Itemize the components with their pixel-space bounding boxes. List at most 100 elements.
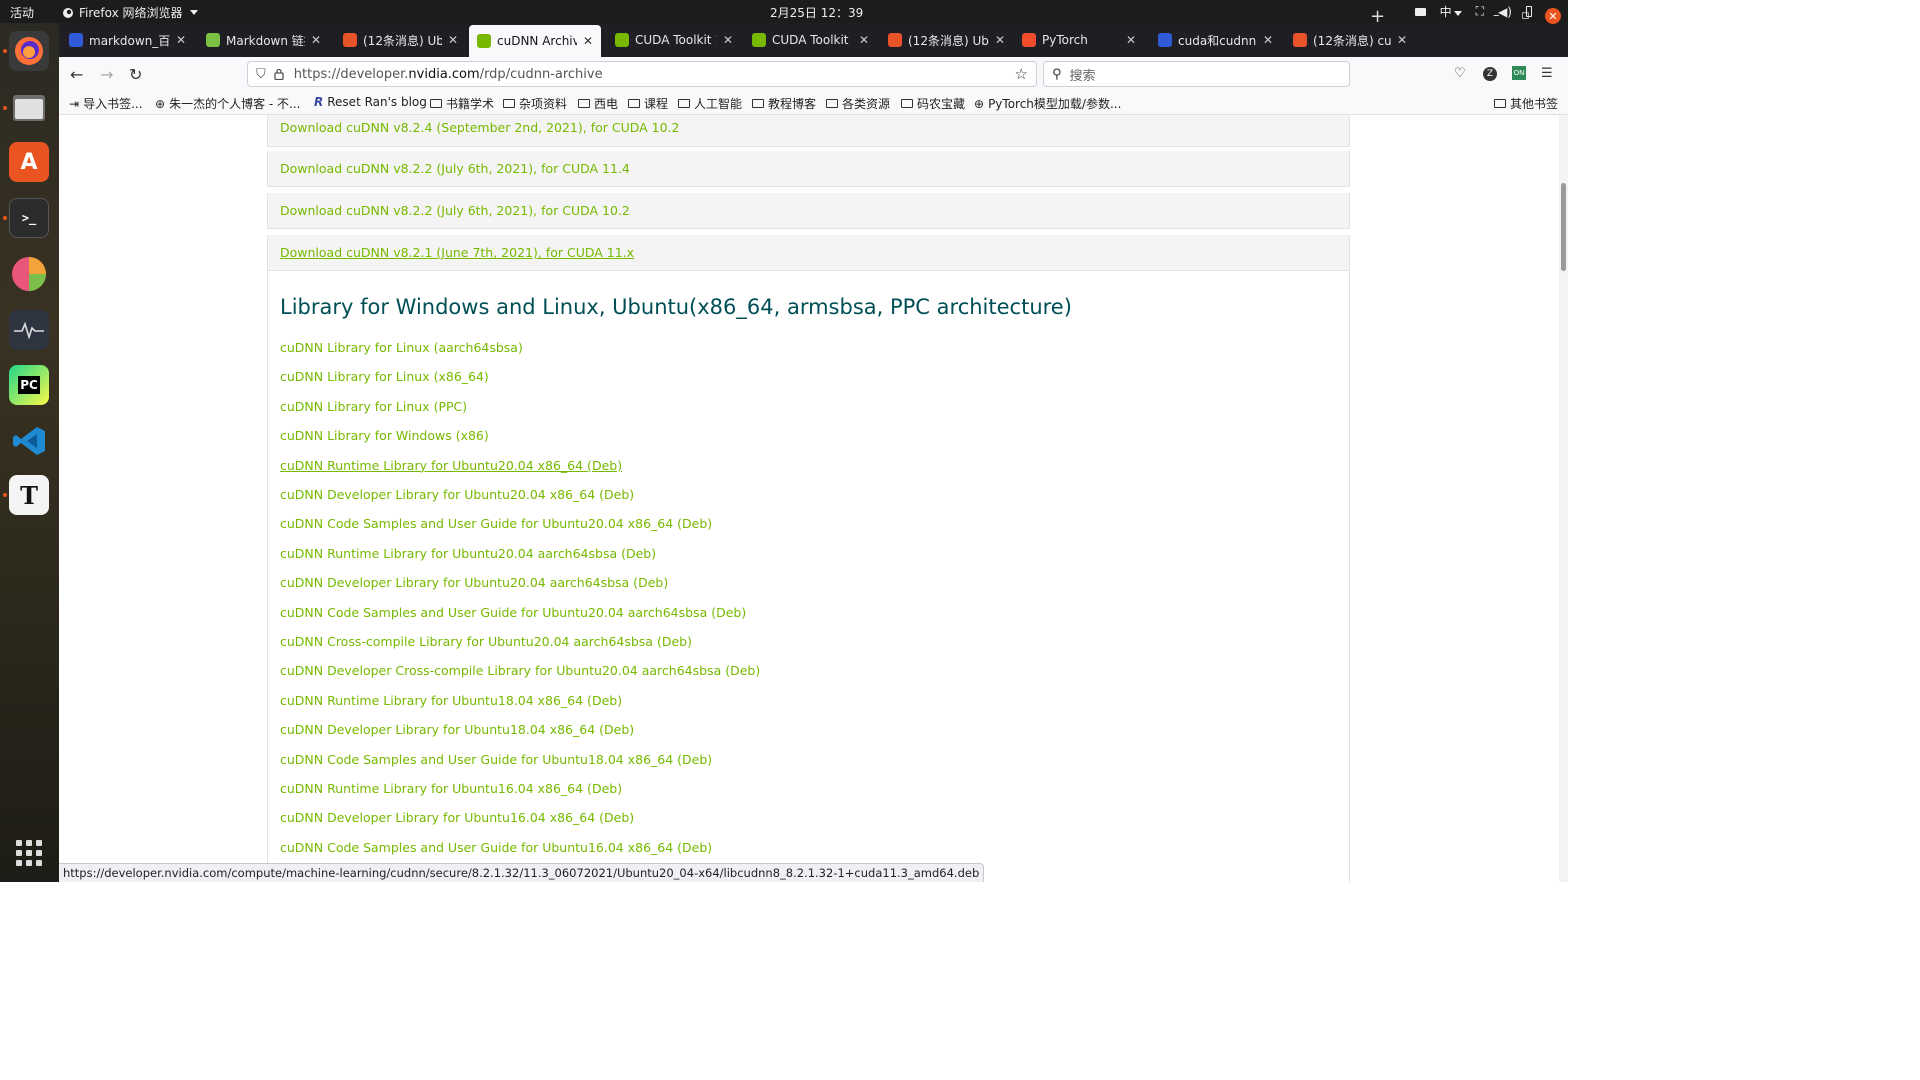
browser-tab[interactable]: (12条消息) Ubun ✕: [880, 27, 1013, 53]
bookmark-folder[interactable]: 其他书签: [1493, 95, 1558, 112]
bookmark-label: 课程: [644, 97, 669, 111]
software-center-icon[interactable]: A: [9, 142, 49, 182]
show-apps-grid-icon[interactable]: [9, 833, 49, 873]
files-icon[interactable]: [9, 87, 49, 127]
library-download-link[interactable]: cuDNN Runtime Library for Ubuntu18.04 x8…: [280, 693, 622, 708]
library-download-link[interactable]: cuDNN Code Samples and User Guide for Ub…: [280, 605, 746, 620]
app-menu[interactable]: Firefox 网络浏览器: [62, 4, 198, 21]
bookmark-item[interactable]: R Reset Ran's blog: [314, 95, 427, 109]
browser-tab[interactable]: (12条消息) Ubun ✕: [335, 27, 466, 53]
url-bar[interactable]: ⛉ https://developer.nvidia.com/rdp/cudnn…: [247, 61, 1037, 87]
tab-close-icon[interactable]: ✕: [1397, 33, 1407, 47]
url-text[interactable]: https://developer.nvidia.com/rdp/cudnn-a…: [294, 67, 603, 82]
download-link[interactable]: Download cuDNN v8.2.2 (July 6th, 2021), …: [280, 161, 630, 176]
library-download-link[interactable]: cuDNN Runtime Library for Ubuntu16.04 x8…: [280, 781, 622, 796]
minimize-button[interactable]: –: [1493, 8, 1500, 23]
bookmark-star-icon[interactable]: ☆: [1015, 65, 1028, 83]
pie-chart-app-icon[interactable]: [9, 254, 49, 294]
library-download-link[interactable]: cuDNN Developer Library for Ubuntu20.04 …: [280, 575, 668, 590]
browser-tab[interactable]: PyTorch ✕: [1014, 27, 1144, 53]
tab-close-icon[interactable]: ✕: [1126, 33, 1136, 47]
tab-favicon-icon: [888, 33, 902, 47]
download-link[interactable]: Download cuDNN v8.2.2 (July 6th, 2021), …: [280, 203, 630, 218]
lock-icon[interactable]: [274, 68, 284, 80]
bookmark-item[interactable]: ⊕ 朱一杰的个人博客 - 不...: [155, 95, 300, 112]
bookmark-folder[interactable]: 杂项资料: [503, 95, 567, 112]
tab-close-icon[interactable]: ✕: [723, 33, 733, 47]
system-tray[interactable]: 中 ⛶ ◀): [1414, 3, 1556, 20]
library-download-link[interactable]: cuDNN Code Samples and User Guide for Ub…: [280, 840, 712, 855]
typora-icon[interactable]: T: [9, 475, 49, 515]
library-download-link[interactable]: cuDNN Developer Library for Ubuntu16.04 …: [280, 810, 634, 825]
browser-tab[interactable]: cuDNN Archive | ✕: [469, 25, 601, 57]
library-download-link[interactable]: cuDNN Developer Library for Ubuntu20.04 …: [280, 487, 634, 502]
bookmark-folder[interactable]: 码农宝藏: [901, 95, 965, 112]
pocket-icon[interactable]: ♡: [1454, 66, 1466, 81]
reload-button[interactable]: ↻: [129, 65, 142, 84]
close-window-button[interactable]: ✕: [1545, 8, 1561, 24]
library-download-link[interactable]: cuDNN Library for Linux (aarch64sbsa): [280, 340, 523, 355]
tab-close-icon[interactable]: ✕: [448, 33, 458, 47]
new-tab-button[interactable]: +: [1370, 6, 1385, 27]
download-link[interactable]: Download cuDNN v8.2.4 (September 2nd, 20…: [280, 120, 680, 135]
tab-close-icon[interactable]: ✕: [859, 33, 869, 47]
tab-close-icon[interactable]: ✕: [1263, 33, 1273, 47]
tracking-protection-shield-icon[interactable]: ⛉: [256, 67, 266, 82]
search-placeholder: 搜索: [1069, 68, 1096, 84]
library-download-link[interactable]: cuDNN Cross-compile Library for Ubuntu20…: [280, 634, 692, 649]
library-download-link[interactable]: cuDNN Code Samples and User Guide for Ub…: [280, 516, 712, 531]
network-icon[interactable]: ⛶: [1476, 4, 1484, 19]
browser-tab[interactable]: cuda和cudnn对应 ✕: [1150, 27, 1281, 53]
browser-tab[interactable]: (12条消息) cuda ✕: [1285, 27, 1415, 53]
bookmark-item[interactable]: ⇥ 导入书签...: [69, 95, 143, 112]
library-download-link[interactable]: cuDNN Library for Windows (x86): [280, 428, 489, 443]
library-download-link[interactable]: cuDNN Code Samples and User Guide for Ub…: [280, 752, 712, 767]
tab-close-icon[interactable]: ✕: [176, 33, 186, 47]
pycharm-icon[interactable]: PC: [9, 365, 49, 405]
tab-close-icon[interactable]: ✕: [995, 33, 1005, 47]
clock[interactable]: 2月25日 12：39: [770, 4, 863, 21]
volume-icon[interactable]: ◀): [1498, 5, 1512, 19]
extension-z-icon[interactable]: Z: [1483, 67, 1497, 81]
system-monitor-icon[interactable]: [9, 310, 49, 350]
bookmark-folder[interactable]: 各类资源: [826, 95, 890, 112]
navigation-bar: ← → ↻ ⛉ https://developer.nvidia.com/rdp…: [59, 57, 1568, 91]
bookmark-folder[interactable]: 教程博客: [752, 95, 816, 112]
search-bar[interactable]: ⚲ 搜索: [1043, 61, 1350, 87]
url-prefix: https://developer.: [293, 66, 409, 82]
bookmark-folder[interactable]: 西电: [578, 95, 618, 112]
bookmark-folder[interactable]: 书籍学术: [430, 95, 494, 112]
globe-icon: ⊕: [974, 96, 985, 111]
terminal-icon[interactable]: >_: [9, 198, 49, 238]
browser-tab[interactable]: markdown_百度 ✕: [61, 27, 194, 53]
tab-close-icon[interactable]: ✕: [583, 34, 593, 48]
bookmark-folder[interactable]: 课程: [628, 95, 668, 112]
library-download-link[interactable]: cuDNN Developer Library for Ubuntu18.04 …: [280, 722, 634, 737]
keyboard-icon[interactable]: [1414, 7, 1426, 16]
vscode-icon[interactable]: [9, 421, 49, 461]
back-button[interactable]: ←: [70, 65, 83, 84]
browser-tab[interactable]: CUDA Toolkit 11 ✕: [744, 27, 877, 53]
library-download-link[interactable]: cuDNN Runtime Library for Ubuntu20.04 aa…: [280, 546, 656, 561]
menu-icon[interactable]: ☰: [1541, 66, 1553, 81]
extension-on-icon[interactable]: ON: [1512, 66, 1526, 80]
firefox-small-icon: [63, 7, 73, 18]
input-method-indicator[interactable]: 中: [1440, 3, 1462, 20]
library-download-link[interactable]: cuDNN Library for Linux (PPC): [280, 399, 467, 414]
browser-tab[interactable]: Markdown 链接 ✕: [198, 27, 329, 53]
folder-icon: [678, 99, 690, 108]
library-download-link[interactable]: cuDNN Library for Linux (x86_64): [280, 369, 489, 384]
restore-button[interactable]: ▫: [1521, 8, 1530, 23]
bookmark-folder[interactable]: 人工智能: [678, 95, 742, 112]
browser-tab[interactable]: CUDA Toolkit 11 ✕: [607, 27, 741, 53]
page-content: Download cuDNN v8.2.4 (September 2nd, 20…: [59, 115, 1559, 882]
download-link[interactable]: Download cuDNN v8.2.1 (June 7th, 2021), …: [280, 245, 634, 260]
bookmark-item[interactable]: ⊕ PyTorch模型加载/参数...: [974, 95, 1121, 112]
library-download-link[interactable]: cuDNN Runtime Library for Ubuntu20.04 x8…: [280, 458, 622, 473]
activities-button[interactable]: 活动: [10, 4, 34, 21]
tab-close-icon[interactable]: ✕: [311, 33, 321, 47]
firefox-icon[interactable]: [9, 31, 49, 71]
library-download-link[interactable]: cuDNN Developer Cross-compile Library fo…: [280, 663, 760, 678]
scrollbar-thumb[interactable]: [1561, 183, 1566, 271]
forward-button[interactable]: →: [100, 65, 113, 84]
